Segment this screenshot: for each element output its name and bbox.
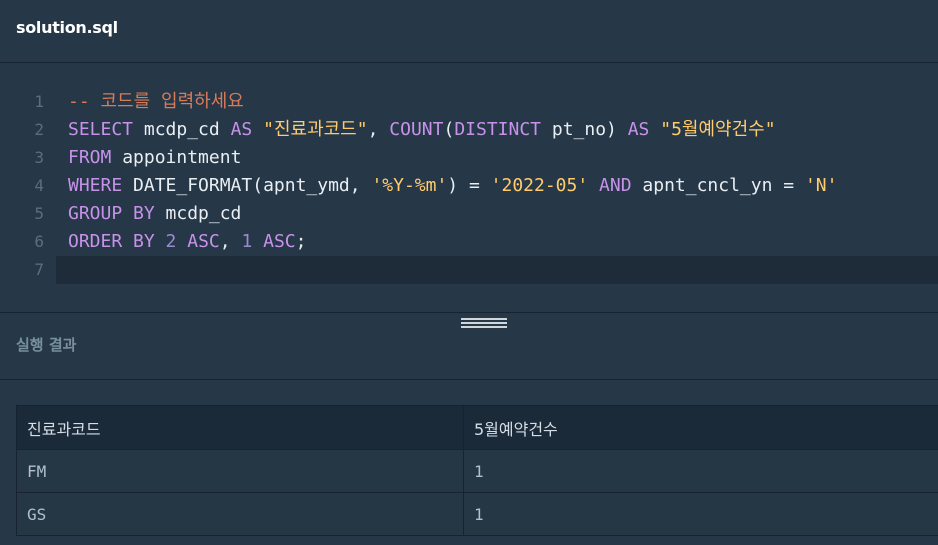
code-line[interactable]: 6 ORDER BY 2 ASC, 1 ASC; bbox=[0, 228, 938, 256]
table-header-row: 진료과코드 5월예약건수 bbox=[17, 406, 938, 450]
code-token: AS bbox=[230, 119, 253, 140]
code-token: '%Y-%m' bbox=[371, 175, 448, 196]
code-token: pt_no) bbox=[541, 119, 628, 140]
code-token: ) = bbox=[447, 175, 491, 196]
code-line[interactable]: 3 FROM appointment bbox=[0, 144, 938, 172]
table-row: GS 1 bbox=[17, 493, 938, 536]
line-number: 6 bbox=[34, 232, 44, 251]
code-text[interactable]: ORDER BY 2 ASC, 1 ASC; bbox=[68, 228, 306, 256]
results-table: 진료과코드 5월예약건수 FM 1 GS 1 bbox=[16, 405, 938, 536]
code-token: "5월예약건수" bbox=[660, 119, 776, 140]
table-cell: GS bbox=[17, 493, 464, 535]
code-token: , bbox=[219, 231, 242, 252]
code-token: SELECT bbox=[68, 119, 134, 140]
line-number: 1 bbox=[34, 92, 44, 111]
resize-handle-icon[interactable] bbox=[461, 316, 507, 330]
results-title: 실행 결과 bbox=[16, 336, 77, 354]
active-line-highlight bbox=[56, 256, 938, 284]
code-line[interactable]: 1 -- 코드를 입력하세요 bbox=[0, 88, 938, 116]
table-row: FM 1 bbox=[17, 450, 938, 493]
code-token: AS bbox=[627, 119, 650, 140]
code-token: DISTINCT bbox=[454, 119, 542, 140]
code-lines[interactable]: 1 -- 코드를 입력하세요 2 SELECT mcdp_cd AS "진료과코드",… bbox=[0, 88, 938, 284]
editor-tab-bar: solution.sql bbox=[0, 0, 938, 63]
code-token: ORDER BY bbox=[68, 231, 155, 252]
code-text[interactable]: WHERE DATE_FORMAT(apnt_ymd, '%Y-%m') = '… bbox=[68, 172, 837, 200]
code-line[interactable]: 2 SELECT mcdp_cd AS "진료과코드", COUNT(DISTIN… bbox=[0, 116, 938, 144]
table-cell: 1 bbox=[464, 493, 938, 535]
code-token: apnt_cncl_yn = bbox=[631, 175, 805, 196]
code-token: GROUP BY bbox=[68, 203, 155, 224]
code-token: -- 코드를 입력하세요 bbox=[68, 91, 244, 112]
file-tab-title[interactable]: solution.sql bbox=[16, 18, 118, 37]
code-token: mcdp_cd bbox=[133, 119, 231, 140]
code-token: FROM bbox=[68, 147, 112, 168]
code-token: AND bbox=[599, 175, 632, 196]
code-token: '2022-05' bbox=[490, 175, 589, 196]
table-cell: 1 bbox=[464, 450, 938, 492]
line-number: 7 bbox=[34, 260, 44, 279]
code-token: mcdp_cd bbox=[154, 203, 242, 224]
code-text[interactable]: -- 코드를 입력하세요 bbox=[68, 88, 244, 116]
code-token: WHERE bbox=[68, 175, 123, 196]
code-line[interactable]: 7 bbox=[0, 256, 938, 284]
code-text[interactable]: GROUP BY mcdp_cd bbox=[68, 200, 241, 228]
line-number: 2 bbox=[34, 120, 44, 139]
code-token: ASC bbox=[263, 231, 296, 252]
code-token: ( bbox=[443, 119, 455, 140]
code-token: 'N' bbox=[804, 175, 838, 196]
code-token: COUNT bbox=[389, 119, 444, 140]
code-editor[interactable]: 1 -- 코드를 입력하세요 2 SELECT mcdp_cd AS "진료과코드",… bbox=[0, 63, 938, 313]
table-cell: FM bbox=[17, 450, 464, 492]
code-line[interactable]: 5 GROUP BY mcdp_cd bbox=[0, 200, 938, 228]
code-line[interactable]: 4 WHERE DATE_FORMAT(apnt_ymd, '%Y-%m') = … bbox=[0, 172, 938, 200]
column-header: 진료과코드 bbox=[17, 406, 464, 449]
code-text[interactable]: SELECT mcdp_cd AS "진료과코드", COUNT(DISTINC… bbox=[68, 116, 776, 144]
column-header: 5월예약건수 bbox=[464, 406, 938, 449]
code-token: appointment bbox=[111, 147, 242, 168]
code-token: 2 bbox=[165, 231, 177, 252]
code-token: "진료과코드" bbox=[263, 119, 368, 140]
line-number: 5 bbox=[34, 204, 44, 223]
code-token: 1 bbox=[241, 231, 253, 252]
line-number: 4 bbox=[34, 176, 44, 195]
line-number: 3 bbox=[34, 148, 44, 167]
code-token: ; bbox=[295, 231, 307, 252]
code-token: ASC bbox=[187, 231, 220, 252]
code-token: , bbox=[367, 119, 390, 140]
code-token: DATE_FORMAT(apnt_ymd, bbox=[122, 175, 372, 196]
code-text[interactable]: FROM appointment bbox=[68, 144, 241, 172]
